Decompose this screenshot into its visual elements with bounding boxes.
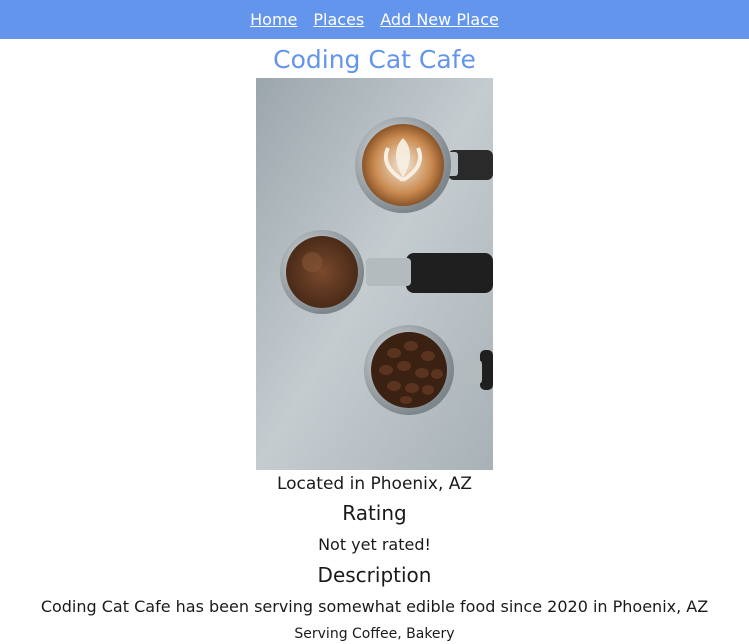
rating-text: Not yet rated!: [318, 535, 431, 554]
place-cuisines: Serving Coffee, Bakery: [294, 626, 455, 642]
rating-heading: Rating: [342, 501, 407, 525]
place-photo: [256, 78, 493, 470]
nav-link-add-new-place[interactable]: Add New Place: [380, 10, 499, 29]
description-heading: Description: [317, 563, 432, 587]
place-location: Located in Phoenix, AZ: [276, 474, 473, 494]
place-title: Coding Cat Cafe: [273, 45, 476, 74]
nav-link-home[interactable]: Home: [250, 10, 297, 29]
place-description: Coding Cat Cafe has been serving somewha…: [40, 597, 709, 616]
top-navbar: Home Places Add New Place: [0, 0, 749, 39]
place-detail: Coding Cat Cafe Located in Phoenix, AZ R…: [0, 41, 749, 644]
nav-link-places[interactable]: Places: [313, 10, 364, 29]
